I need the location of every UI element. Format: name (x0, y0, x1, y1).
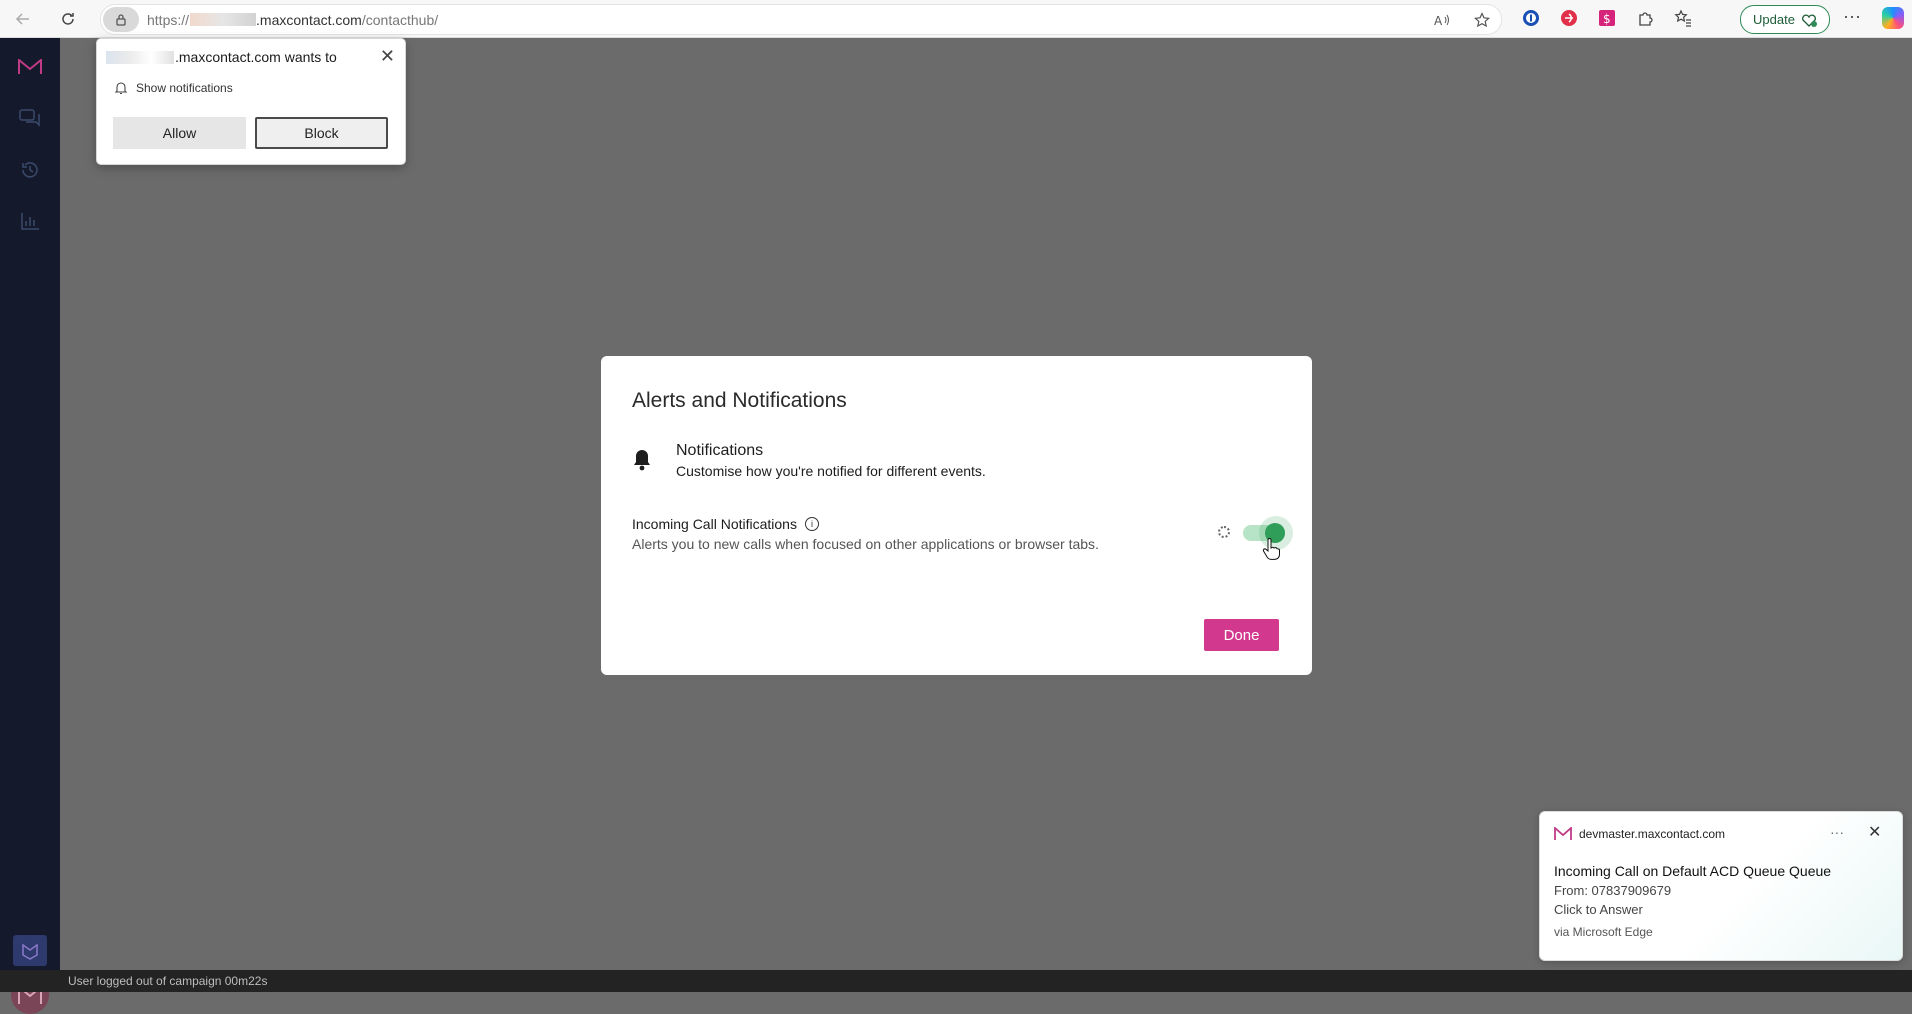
permission-title: .maxcontact.com wants to (106, 49, 337, 65)
section-title: Notifications (676, 442, 764, 459)
loading-spinner-icon (1218, 526, 1230, 538)
svg-text:$: $ (1603, 12, 1611, 26)
extension-red-icon[interactable] (1558, 7, 1580, 29)
maxcontact-logo-icon[interactable] (17, 54, 43, 80)
update-button[interactable]: Update (1740, 5, 1830, 34)
permission-request: Show notifications (114, 81, 233, 95)
url-domain: .maxcontact.com (256, 11, 362, 28)
svg-text:A: A (1434, 14, 1443, 27)
modal-title: Alerts and Notifications (632, 389, 847, 412)
url-path: /contacthub/ (361, 11, 439, 28)
hand-cursor-icon (1262, 538, 1280, 560)
chat-icon[interactable] (17, 105, 43, 131)
toast-title: Incoming Call on Default ACD Queue Queue (1554, 863, 1832, 879)
setting-label-row: Incoming Call Notifications i (632, 516, 819, 532)
workspace-icon[interactable] (13, 935, 47, 966)
allow-button[interactable]: Allow (113, 117, 246, 149)
password-manager-icon[interactable] (1520, 7, 1542, 29)
desktop-notification-toast[interactable]: devmaster.maxcontact.com ··· ✕ Incoming … (1539, 811, 1903, 961)
redacted-subdomain (106, 50, 174, 64)
bell-icon (634, 450, 650, 471)
section-subtitle: Customise how you're notified for differ… (676, 463, 986, 479)
url-scheme: https:// (147, 11, 190, 28)
notification-permission-popup: .maxcontact.com wants to ✕ Show notifica… (96, 38, 406, 165)
history-icon[interactable] (17, 157, 43, 183)
redacted-subdomain (190, 13, 257, 26)
toast-site: devmaster.maxcontact.com (1579, 827, 1726, 841)
toast-from: From: 07837909679 (1554, 883, 1672, 898)
app-sidebar (0, 38, 60, 1014)
read-aloud-icon[interactable]: A (1431, 9, 1453, 31)
extensions-puzzle-icon[interactable] (1634, 7, 1656, 29)
maxcontact-logo-icon (1554, 827, 1572, 840)
extension-pink-icon[interactable]: $ (1596, 7, 1618, 29)
setting-label: Incoming Call Notifications (632, 516, 797, 532)
status-bar: User logged out of campaign 00m22s (0, 970, 1912, 992)
update-label: Update (1753, 12, 1795, 27)
more-icon[interactable]: ··· (1830, 824, 1844, 840)
toast-via: via Microsoft Edge (1554, 925, 1653, 939)
more-icon[interactable]: ··· (1840, 7, 1864, 30)
close-icon[interactable]: ✕ (380, 47, 395, 65)
favorite-star-icon[interactable] (1471, 9, 1493, 31)
info-icon[interactable]: i (804, 517, 819, 531)
heart-health-icon (1801, 14, 1817, 27)
lock-icon[interactable] (103, 7, 139, 32)
reports-chart-icon[interactable] (17, 208, 43, 234)
status-text: User logged out of campaign 00m22s (68, 974, 268, 988)
done-button[interactable]: Done (1204, 619, 1279, 651)
address-bar[interactable]: https:// .maxcontact.com/contacthub/ A (100, 4, 1502, 35)
alerts-modal: Alerts and Notifications Notifications C… (601, 356, 1312, 675)
bell-outline-icon (114, 82, 128, 95)
permission-title-text: .maxcontact.com wants to (175, 49, 337, 65)
close-icon[interactable]: ✕ (1868, 822, 1881, 842)
browser-toolbar: https:// .maxcontact.com/contacthub/ A $ (0, 0, 1912, 38)
block-button[interactable]: Block (255, 117, 388, 149)
back-icon[interactable] (10, 6, 36, 32)
reload-icon[interactable] (55, 6, 81, 32)
copilot-icon[interactable] (1882, 7, 1904, 29)
setting-description: Alerts you to new calls when focused on … (632, 536, 1099, 552)
url-text: https:// .maxcontact.com/contacthub/ (147, 12, 438, 28)
permission-request-label: Show notifications (136, 81, 233, 95)
favorites-icon[interactable] (1672, 7, 1694, 29)
toast-action[interactable]: Click to Answer (1554, 902, 1643, 917)
